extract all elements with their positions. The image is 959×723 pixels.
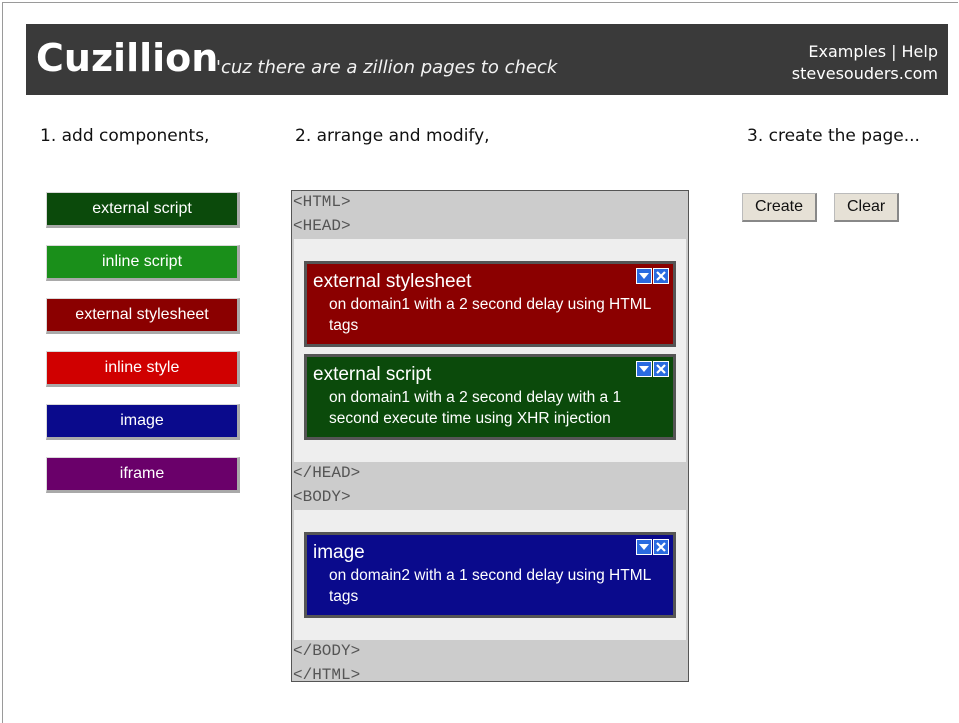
palette-inline-script-button[interactable]: inline script: [46, 245, 240, 281]
chevron-down-icon[interactable]: [636, 361, 652, 377]
body-open-tag: <BODY>: [293, 488, 351, 506]
component-title: image: [313, 542, 365, 563]
component-description: on domain2 with a 1 second delay using H…: [329, 567, 651, 605]
html-open-tag: <HTML>: [293, 193, 351, 211]
site-link[interactable]: stevesouders.com: [792, 64, 938, 83]
chevron-down-icon[interactable]: [636, 268, 652, 284]
close-icon[interactable]: [653, 361, 669, 377]
create-button[interactable]: Create: [742, 193, 818, 222]
component-title: external stylesheet: [313, 271, 472, 292]
component-card[interactable]: external stylesheet on domain1 with a 2 …: [304, 261, 676, 347]
head-open-tag: <HEAD>: [293, 217, 351, 235]
component-title: external script: [313, 364, 432, 385]
step-arrange-heading: 2. arrange and modify,: [295, 126, 490, 146]
tagline: 'cuz there are a zillion pages to check: [216, 57, 558, 78]
palette-image-button[interactable]: image: [46, 404, 240, 440]
head-drop-zone[interactable]: external stylesheet on domain1 with a 2 …: [294, 239, 686, 462]
step-create-heading: 3. create the page...: [747, 126, 920, 146]
step-add-heading: 1. add components,: [40, 126, 210, 146]
header-links: Examples | Help stevesouders.com: [792, 41, 938, 85]
header-bar: Cuzillion 'cuz there are a zillion pages…: [26, 24, 948, 95]
component-description: on domain1 with a 2 second delay using H…: [329, 296, 651, 334]
component-palette: external script inline script external s…: [46, 192, 242, 510]
component-controls: [636, 361, 669, 377]
html-close-tag: </HTML>: [293, 666, 361, 684]
chevron-down-icon[interactable]: [636, 539, 652, 555]
close-icon[interactable]: [653, 268, 669, 284]
component-controls: [636, 539, 669, 555]
app-logo[interactable]: Cuzillion: [36, 36, 218, 80]
close-icon[interactable]: [653, 539, 669, 555]
component-card[interactable]: image on domain2 with a 1 second delay u…: [304, 532, 676, 618]
body-close-tag: </BODY>: [293, 642, 361, 660]
clear-button[interactable]: Clear: [834, 193, 900, 222]
palette-external-script-button[interactable]: external script: [46, 192, 240, 228]
page-layout-area: <HTML> <HEAD> external stylesheet on dom…: [291, 190, 689, 684]
body-drop-zone[interactable]: image on domain2 with a 1 second delay u…: [294, 510, 686, 640]
help-link[interactable]: Help: [902, 42, 938, 61]
component-card[interactable]: external script on domain1 with a 2 seco…: [304, 354, 676, 440]
head-close-tag: </HEAD>: [293, 464, 361, 482]
examples-link[interactable]: Examples: [808, 42, 886, 61]
component-description: on domain1 with a 2 second delay with a …: [329, 389, 622, 427]
palette-inline-style-button[interactable]: inline style: [46, 351, 240, 387]
palette-iframe-button[interactable]: iframe: [46, 457, 240, 493]
palette-external-stylesheet-button[interactable]: external stylesheet: [46, 298, 240, 334]
component-controls: [636, 268, 669, 284]
link-separator: |: [891, 42, 897, 61]
